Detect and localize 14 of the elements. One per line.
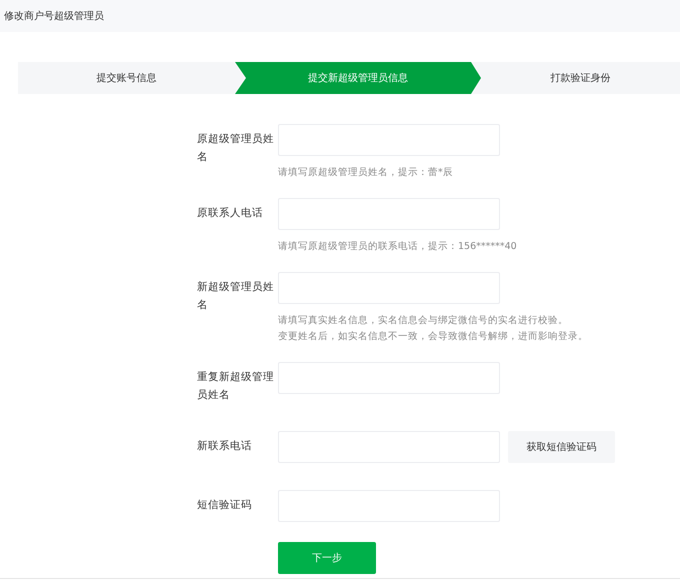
field-label: 原超级管理员姓名 [197, 132, 275, 165]
field-label: 新超级管理员姓名 [197, 280, 275, 313]
field-label: 原联系人电话 [197, 206, 264, 221]
field-label: 新联系电话 [197, 439, 253, 454]
hint-text: 请填写原超级管理员姓名，提示：蕾*辰 [278, 166, 454, 180]
step-tab[interactable]: 打款验证身份 [481, 62, 680, 94]
step-tab[interactable]: 提交账号信息 [18, 62, 235, 94]
hint-text: 请填写真实姓名信息，实名信息会与绑定微信号的实名进行校验。 [278, 314, 569, 328]
sms-code-button[interactable]: 获取短信验证码 [508, 431, 615, 463]
field-label: 重复新超级管理员姓名 [197, 370, 275, 403]
field-label: 短信验证码 [197, 498, 253, 513]
page-title: 修改商户号超级管理员 [4, 10, 104, 23]
hint-text: 请填写原超级管理员的联系电话，提示：156******40 [278, 240, 517, 254]
hint-text: 变更姓名后，如实名信息不一致，会导致微信号解绑，进而影响登录。 [278, 330, 588, 344]
